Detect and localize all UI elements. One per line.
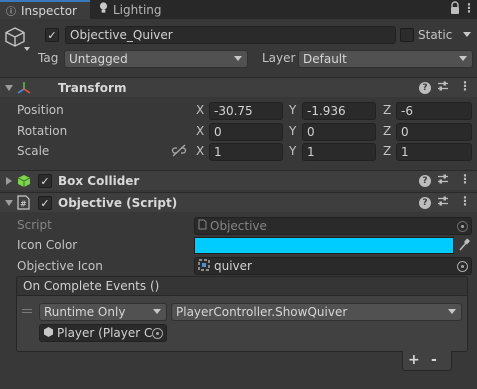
objective-enabled-checkbox[interactable]: ✓	[38, 196, 52, 210]
scale-z-label[interactable]: Z	[383, 144, 391, 158]
script-value: Objective	[210, 219, 267, 233]
static-label: Static	[418, 28, 453, 42]
svg-text:#: #	[20, 200, 27, 209]
static-dropdown-arrow[interactable]	[463, 32, 471, 37]
chevron-down-icon	[153, 309, 161, 314]
eyedropper-icon[interactable]	[458, 238, 470, 255]
position-z-label[interactable]: Z	[383, 103, 391, 117]
object-picker-icon	[457, 221, 468, 232]
tag-dropdown[interactable]: Untagged	[64, 50, 248, 68]
icon-dropdown-arrow[interactable]	[24, 47, 30, 51]
help-icon[interactable]: ?	[419, 197, 431, 209]
box-collider-header[interactable]: ✓ Box Collider ? ⋮	[0, 170, 477, 190]
layer-dropdown[interactable]: Default	[298, 50, 473, 68]
rotation-x-field[interactable]: 0	[209, 123, 283, 141]
tab-lighting[interactable]: Lighting	[92, 0, 172, 19]
rotation-y-field[interactable]: 0	[302, 123, 376, 141]
function-value: PlayerController.ShowQuiver	[176, 305, 348, 319]
foldout-collapsed-icon[interactable]	[6, 177, 12, 185]
more-vertical-icon[interactable]: ⋮	[459, 172, 471, 186]
rotation-y-label[interactable]: Y	[289, 124, 296, 138]
rotation-label: Rotation	[17, 124, 68, 138]
layer-value: Default	[303, 52, 347, 66]
gameobject-name-field[interactable]: Objective_Quiver	[65, 26, 396, 44]
event-target-value: Player (Player C	[57, 326, 153, 340]
rotation-x-label[interactable]: X	[196, 124, 204, 138]
more-vertical-icon[interactable]: ⋮	[459, 79, 471, 93]
rotation-z-label[interactable]: Z	[383, 124, 391, 138]
layer-label: Layer	[262, 51, 296, 65]
position-y-label[interactable]: Y	[289, 103, 296, 117]
more-vertical-icon[interactable]: ⋮	[463, 1, 475, 15]
tag-value: Untagged	[69, 52, 128, 66]
transform-icon	[16, 80, 32, 99]
csharp-script-icon: #	[17, 195, 30, 213]
position-label: Position	[17, 103, 64, 117]
box-collider-enabled-checkbox[interactable]: ✓	[38, 174, 52, 188]
remove-event-button[interactable]: -	[431, 352, 437, 368]
sprite-icon	[198, 258, 210, 274]
csharp-file-icon	[198, 219, 207, 233]
objective-script-title: Objective (Script)	[58, 196, 178, 210]
chevron-down-icon	[234, 56, 242, 61]
scale-y-field[interactable]: 1	[302, 143, 376, 161]
function-dropdown[interactable]: PlayerController.ShowQuiver	[171, 303, 462, 321]
script-field: Objective	[194, 217, 472, 235]
tab-lighting-label: Lighting	[113, 2, 162, 17]
presets-icon[interactable]	[437, 80, 449, 95]
presets-icon[interactable]	[437, 173, 449, 188]
objective-script-header[interactable]: # ✓ Objective (Script) ? ⋮	[0, 192, 477, 212]
transform-title: Transform	[58, 81, 127, 95]
drag-handle[interactable]	[22, 309, 32, 313]
event-target-field[interactable]: Player (Player C	[39, 324, 167, 342]
active-checkbox[interactable]: ✓	[45, 28, 59, 42]
position-z-field[interactable]: -6	[396, 102, 472, 120]
lightbulb-icon	[99, 2, 108, 17]
rotation-z-field[interactable]: 0	[396, 123, 472, 141]
help-icon[interactable]: ?	[419, 82, 431, 94]
info-icon: ⓘ	[6, 7, 16, 18]
tab-inspector[interactable]: ⓘ Inspector	[0, 0, 90, 19]
position-x-field[interactable]: -30.75	[209, 102, 283, 120]
scale-y-label[interactable]: Y	[289, 144, 296, 158]
scale-x-label[interactable]: X	[196, 144, 204, 158]
tab-bar: ⓘ Inspector Lighting ⋮	[0, 0, 477, 19]
chevron-down-icon	[459, 56, 467, 61]
icon-color-label: Icon Color	[17, 238, 78, 252]
tag-label: Tag	[38, 51, 59, 65]
chevron-down-icon	[448, 309, 456, 314]
object-picker-icon[interactable]	[457, 261, 468, 272]
icon-color-field[interactable]	[194, 237, 454, 254]
position-x-label[interactable]: X	[196, 103, 204, 117]
more-vertical-icon[interactable]: ⋮	[459, 194, 471, 208]
script-label: Script	[17, 218, 52, 232]
box-collider-title: Box Collider	[58, 174, 140, 188]
static-checkbox[interactable]	[400, 28, 414, 42]
objective-icon-label: Objective Icon	[17, 259, 103, 273]
foldout-expanded-icon[interactable]	[5, 85, 13, 91]
gameobject-small-icon	[43, 326, 54, 341]
scale-z-field[interactable]: 1	[396, 143, 472, 161]
presets-icon[interactable]	[437, 195, 449, 210]
objective-icon-value: quiver	[214, 259, 252, 273]
gameobject-cube-icon	[4, 26, 26, 51]
scale-x-field[interactable]: 1	[209, 143, 283, 161]
event-header: On Complete Events ()	[16, 276, 468, 296]
add-event-button[interactable]: +	[408, 352, 420, 368]
tab-inspector-label: Inspector	[21, 3, 77, 18]
scale-label: Scale	[17, 144, 50, 158]
runtime-mode-value: Runtime Only	[44, 305, 126, 319]
objective-icon-field[interactable]: quiver	[194, 257, 472, 275]
box-collider-icon	[17, 174, 31, 191]
transform-header[interactable]: Transform ? ⋮	[0, 77, 477, 97]
foldout-expanded-icon[interactable]	[5, 200, 13, 206]
lock-icon[interactable]	[450, 1, 460, 18]
object-picker-icon[interactable]	[152, 328, 163, 339]
constrain-proportions-icon[interactable]	[171, 144, 187, 160]
event-title: On Complete Events ()	[23, 279, 160, 293]
runtime-mode-dropdown[interactable]: Runtime Only	[39, 303, 167, 321]
help-icon[interactable]: ?	[419, 175, 431, 187]
position-y-field[interactable]: -1.936	[302, 102, 376, 120]
